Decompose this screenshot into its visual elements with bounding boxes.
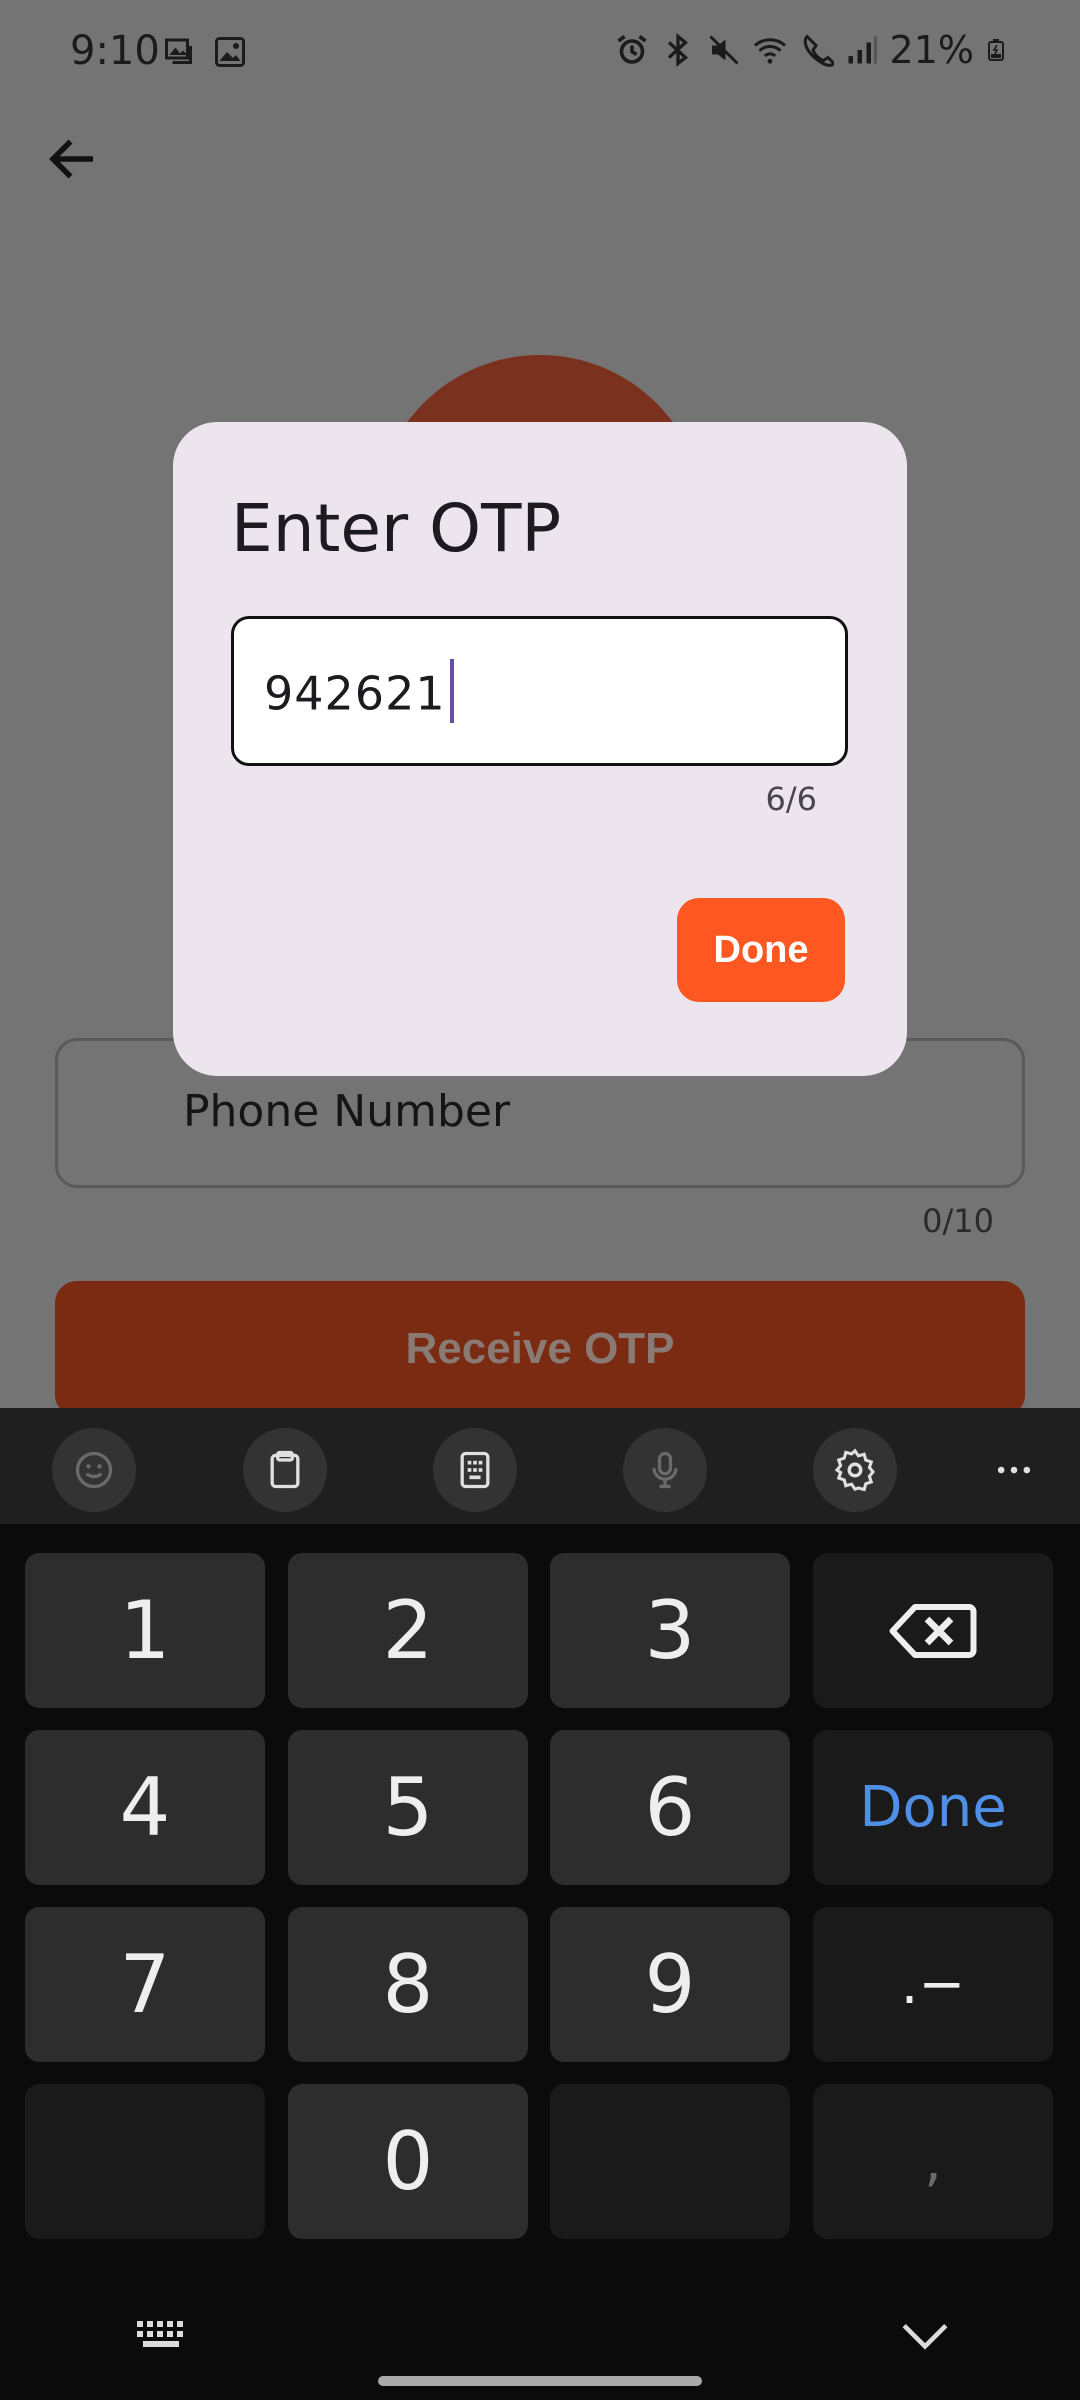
- backspace-icon: [889, 1603, 977, 1658]
- keypad-button[interactable]: [433, 1428, 517, 1512]
- phone-number-counter: 0/10: [922, 1202, 994, 1240]
- settings-icon: [834, 1448, 876, 1492]
- keyboard-icon: [137, 2321, 183, 2347]
- switch-keyboard-button[interactable]: [128, 2310, 198, 2360]
- battery-percent: 21%: [889, 28, 974, 72]
- otp-input[interactable]: 942621: [231, 616, 848, 766]
- backspace-key[interactable]: [813, 1553, 1053, 1708]
- keyboard-toolbar: [0, 1408, 1080, 1524]
- emoji-icon: [75, 1451, 113, 1489]
- alarm-icon: [616, 35, 647, 64]
- keyboard-done-key[interactable]: Done: [813, 1730, 1053, 1885]
- phone-number-label: Phone Number: [183, 1086, 511, 1137]
- signal-icon: [848, 36, 877, 64]
- numeric-keyboard: 1 2 3 4 5 6 Done 7 8 9 .− 0 ,: [0, 1408, 1080, 2400]
- mute-icon: [708, 35, 739, 65]
- otp-counter: 6/6: [765, 780, 818, 818]
- battery-charging-icon: [988, 39, 1004, 61]
- key-3[interactable]: 3: [550, 1553, 790, 1708]
- key-7[interactable]: 7: [25, 1907, 265, 2062]
- arrow-back-icon: [49, 139, 93, 179]
- bluetooth-icon: [667, 33, 688, 67]
- key-6[interactable]: 6: [550, 1730, 790, 1885]
- text-caret: [449, 659, 454, 723]
- clipboard-icon: [270, 1450, 300, 1489]
- status-time: 9:10: [70, 28, 160, 74]
- done-button[interactable]: Done: [677, 898, 845, 1002]
- empty-key-right: [550, 2084, 790, 2239]
- microphone-icon: [652, 1451, 678, 1489]
- key-5[interactable]: 5: [288, 1730, 528, 1885]
- wifi-icon: [753, 38, 786, 64]
- otp-text: 942621: [264, 666, 446, 721]
- key-1[interactable]: 1: [25, 1553, 265, 1708]
- status-left-icons: [162, 34, 248, 70]
- status-bar: 9:10 21%: [0, 0, 1080, 104]
- clipboard-button[interactable]: [243, 1428, 327, 1512]
- emoji-button[interactable]: [52, 1428, 136, 1512]
- wifi-calling-icon: [803, 34, 834, 67]
- dialog-title: Enter OTP: [231, 490, 562, 567]
- key-0[interactable]: 0: [288, 2084, 528, 2239]
- chevron-down-icon: [902, 2323, 948, 2350]
- key-9[interactable]: 9: [550, 1907, 790, 2062]
- key-8[interactable]: 8: [288, 1907, 528, 2062]
- status-right-icons: 21%: [614, 28, 1008, 72]
- punctuation-key[interactable]: .−: [813, 1907, 1053, 2062]
- back-button[interactable]: [36, 122, 110, 196]
- more-options-button[interactable]: [972, 1428, 1056, 1512]
- home-indicator[interactable]: [378, 2376, 702, 2386]
- voice-input-button[interactable]: [623, 1428, 707, 1512]
- image-icon: [215, 37, 245, 67]
- more-icon: [997, 1466, 1031, 1474]
- key-4[interactable]: 4: [25, 1730, 265, 1885]
- otp-dialog: Enter OTP 942621 6/6 Done: [173, 422, 907, 1076]
- hide-keyboard-button[interactable]: [890, 2306, 960, 2366]
- otp-input-value: 942621: [264, 659, 454, 729]
- keypad-icon: [460, 1451, 490, 1489]
- key-2[interactable]: 2: [288, 1553, 528, 1708]
- gallery-icon: [165, 38, 192, 64]
- comma-key[interactable]: ,: [813, 2084, 1053, 2239]
- empty-key-left: [25, 2084, 265, 2239]
- receive-otp-button[interactable]: Receive OTP: [55, 1281, 1025, 1417]
- settings-button[interactable]: [813, 1428, 897, 1512]
